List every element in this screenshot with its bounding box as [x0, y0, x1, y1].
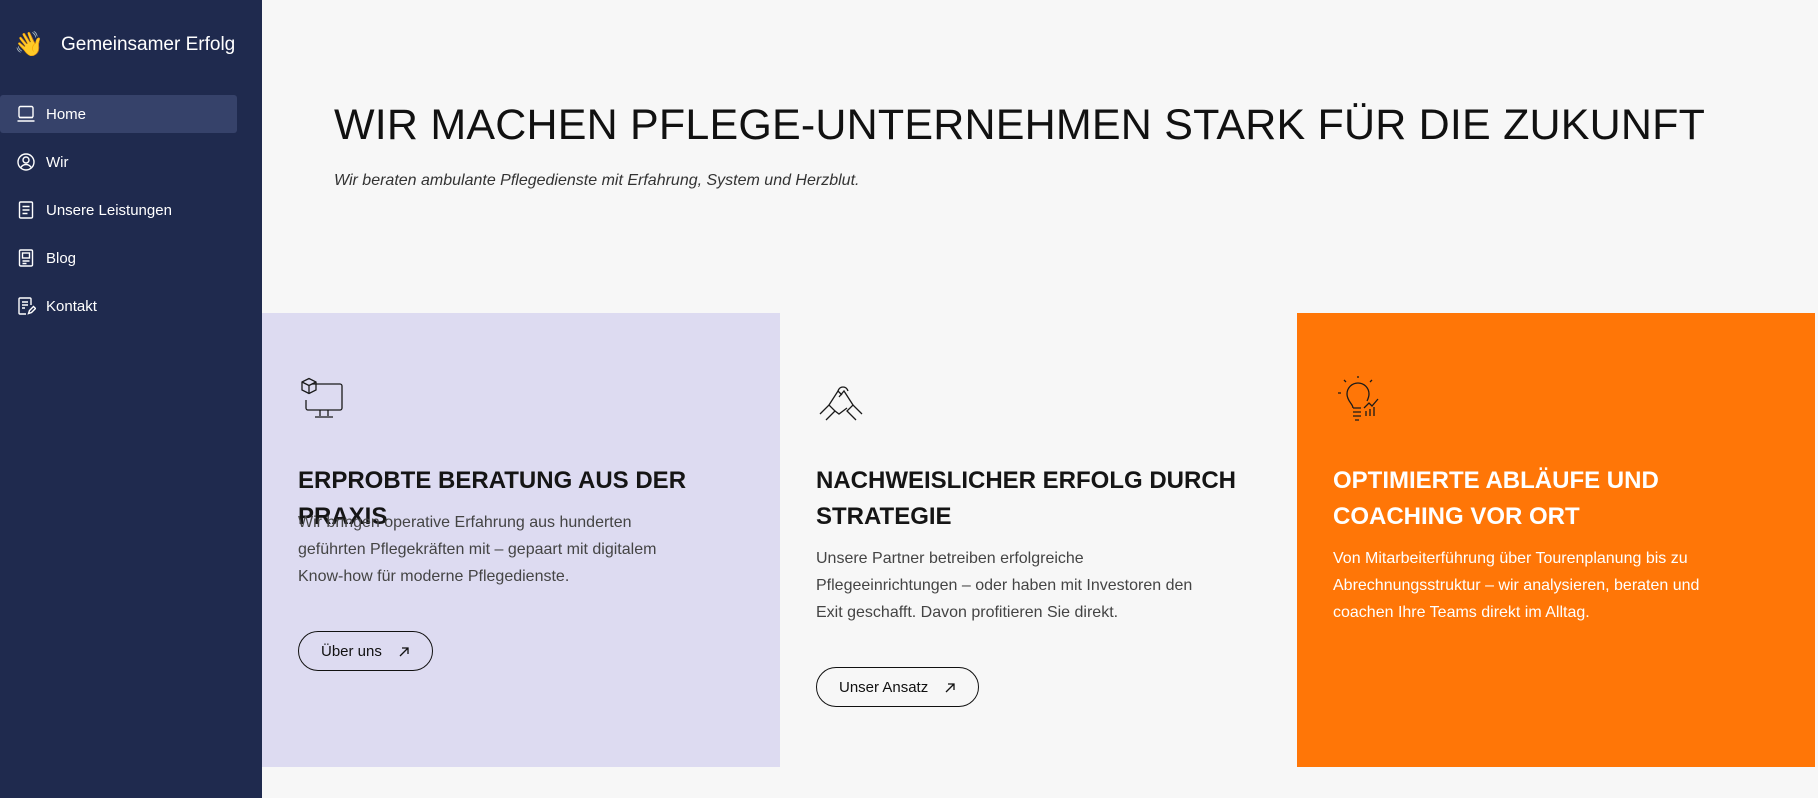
card-title: OPTIMIERTE ABLÄUFE UND COACHING VOR ORT	[1333, 467, 1659, 530]
sidebar-nav: Home Wir Unsere Leistungen Blog Kontakt	[0, 95, 237, 335]
button-label: Unser Ansatz	[839, 678, 929, 696]
sidebar-item-label: Home	[46, 105, 87, 123]
unser-ansatz-button[interactable]: Unser Ansatz	[816, 667, 980, 707]
sidebar-item-wir[interactable]: Wir	[0, 143, 237, 181]
card-text: Unsere Partner betreiben erfolgreiche Pf…	[816, 550, 1193, 621]
sidebar-item-label: Kontakt	[46, 297, 97, 315]
lightbulb-chart-icon	[1333, 374, 1383, 424]
sidebar: 👋 Gemeinsamer Erfolg Home Wir Unsere Lei…	[0, 0, 262, 798]
sidebar-item-unsere-leistungen[interactable]: Unsere Leistungen	[0, 191, 237, 229]
sidebar-item-label: Wir	[46, 153, 69, 171]
arrow-up-right-icon	[398, 645, 410, 657]
card-strategie: NACHWEISLICHER ERFOLG DURCH STRATEGIE Un…	[780, 313, 1298, 767]
document-list-icon	[16, 200, 36, 220]
user-circle-icon	[16, 152, 36, 172]
card-coaching: OPTIMIERTE ABLÄUFE UND COACHING VOR ORT …	[1297, 313, 1815, 767]
hero-title: WIR MACHEN PFLEGE-UNTERNEHMEN STARK FÜR …	[334, 101, 1706, 149]
laptop-icon	[16, 104, 36, 124]
sidebar-item-home[interactable]: Home	[0, 95, 237, 133]
handshake-icon	[816, 374, 866, 424]
sidebar-item-label: Blog	[46, 249, 77, 267]
main-content: WIR MACHEN PFLEGE-UNTERNEHMEN STARK FÜR …	[262, 0, 1818, 798]
ueber-uns-button[interactable]: Über uns	[298, 631, 433, 671]
hero-subtitle: Wir beraten ambulante Pflegedienste mit …	[334, 172, 860, 189]
card-text: Von Mitarbeiterführung über Tourenplanun…	[1333, 550, 1700, 621]
button-label: Über uns	[321, 642, 382, 660]
arrow-up-right-icon	[944, 681, 956, 693]
monitor-box-icon	[298, 374, 348, 424]
sidebar-item-label: Unsere Leistungen	[46, 201, 172, 219]
brand-name: Gemeinsamer Erfolg	[61, 34, 236, 55]
card-text: Wir bringen operative Erfahrung aus hund…	[298, 514, 657, 585]
contact-form-icon	[16, 296, 36, 316]
brand[interactable]: 👋 Gemeinsamer Erfolg	[14, 30, 235, 60]
sidebar-item-blog[interactable]: Blog	[0, 239, 237, 277]
blog-post-icon	[16, 248, 36, 268]
sidebar-item-kontakt[interactable]: Kontakt	[0, 287, 237, 325]
card-praxis: ERPROBTE BERATUNG AUS DER PRAXIS Wir bri…	[262, 313, 780, 767]
waving-hand-icon: 👋	[14, 31, 44, 58]
card-title: NACHWEISLICHER ERFOLG DURCH STRATEGIE	[816, 467, 1236, 530]
